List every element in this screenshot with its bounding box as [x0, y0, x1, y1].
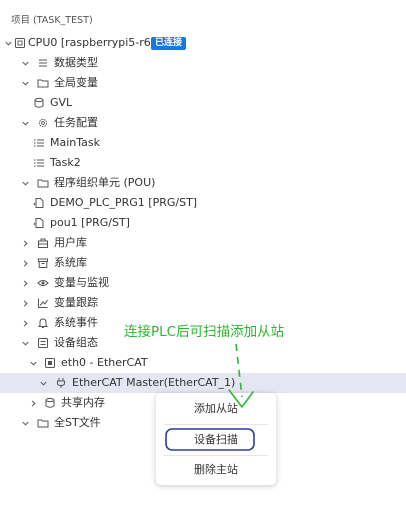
- tree-item-label: DEMO_PLC_PRG1 [PRG/ST]: [50, 196, 198, 209]
- project-tree: CPU0 [raspberrypi5-r6] 已连接 数据类型 全局变量 GVL…: [0, 33, 406, 433]
- tree-item-eth0[interactable]: eth0 - EtherCAT: [0, 353, 406, 373]
- chevron-down-icon[interactable]: [20, 73, 30, 93]
- chevron-right-icon[interactable]: [20, 233, 30, 253]
- tree-item-system-lib[interactable]: 系统库: [0, 253, 406, 273]
- tree-item-main-task[interactable]: MainTask: [0, 133, 406, 153]
- bell-icon: [36, 313, 49, 333]
- menu-item-device-scan[interactable]: 设备扫描: [156, 427, 276, 453]
- cpu-icon: [13, 33, 26, 53]
- archive-icon: [36, 253, 49, 273]
- chevron-right-icon[interactable]: [20, 293, 30, 313]
- gear-icon: [36, 113, 49, 133]
- tree-item-cpu0[interactable]: CPU0 [raspberrypi5-r6] 已连接: [0, 33, 406, 53]
- tree-item-demo-prg[interactable]: DEMO_PLC_PRG1 [PRG/ST]: [0, 193, 406, 213]
- chevron-down-icon[interactable]: [28, 353, 38, 373]
- tree-item-label: 程序组织单元 (POU): [54, 176, 156, 189]
- trend-chart-icon: [36, 293, 49, 313]
- tree-item-label: MainTask: [50, 136, 100, 149]
- tree-item-label: 变量跟踪: [54, 296, 98, 309]
- tree-item-label: 全ST文件: [54, 416, 101, 429]
- chevron-right-icon[interactable]: [20, 273, 30, 293]
- chevron-right-icon[interactable]: [20, 313, 30, 333]
- menu-separator: [164, 455, 268, 456]
- chevron-right-icon[interactable]: [28, 393, 38, 413]
- device-config-icon: [36, 333, 49, 353]
- tree-item-data-types[interactable]: 数据类型: [0, 53, 406, 73]
- menu-separator: [164, 424, 268, 425]
- tree-item-label: 任务配置: [54, 116, 98, 129]
- tree-item-var-monitor[interactable]: 变量与监视: [0, 273, 406, 293]
- tree-item-task-config[interactable]: 任务配置: [0, 113, 406, 133]
- tree-item-label: Task2: [50, 156, 81, 169]
- status-badge: 已连接: [151, 37, 187, 50]
- tree-item-label: pou1 [PRG/ST]: [50, 216, 130, 229]
- tree-item-label: EtherCAT Master(EtherCAT_1): [72, 376, 236, 389]
- tree-item-label: GVL: [50, 96, 73, 109]
- tree-item-label: 用户库: [54, 236, 87, 249]
- program-icon: [32, 193, 45, 213]
- menu-item-delete-master[interactable]: 删除主站: [156, 457, 276, 483]
- tree-item-label: 系统库: [54, 256, 87, 269]
- tree-item-label: 共享内存: [61, 396, 105, 409]
- tree-item-ethercat-master[interactable]: EtherCAT Master(EtherCAT_1): [0, 373, 406, 393]
- tree-item-label: eth0 - EtherCAT: [61, 356, 148, 369]
- list-icon: [36, 53, 49, 73]
- tree-item-label: 变量与监视: [54, 276, 109, 289]
- folder-icon: [36, 173, 49, 193]
- tree-item-user-lib[interactable]: 用户库: [0, 233, 406, 253]
- chevron-down-icon[interactable]: [20, 413, 30, 433]
- database-icon: [43, 393, 56, 413]
- context-menu: 添加从站 设备扫描 删除主站: [156, 393, 276, 485]
- program-icon: [32, 213, 45, 233]
- tree-item-label: 系统事件: [54, 316, 98, 329]
- menu-item-add-slave[interactable]: 添加从站: [156, 396, 276, 422]
- network-card-icon: [43, 353, 56, 373]
- annotation-text: 连接PLC后可扫描添加从站: [124, 324, 285, 340]
- tree-item-pou[interactable]: 程序组织单元 (POU): [0, 173, 406, 193]
- eye-icon: [36, 273, 49, 293]
- chevron-down-icon[interactable]: [20, 53, 30, 73]
- chevron-right-icon[interactable]: [20, 253, 30, 273]
- tree-item-label: CPU0 [raspberrypi5-r6]: [28, 36, 156, 49]
- tree-item-global-vars[interactable]: 全局变量: [0, 73, 406, 93]
- library-icon: [36, 233, 49, 253]
- plug-icon: [54, 373, 67, 393]
- tree-item-label: 全局变量: [54, 76, 98, 89]
- folder-icon: [36, 413, 49, 433]
- chevron-down-icon[interactable]: [20, 113, 30, 133]
- task-list-icon: [32, 153, 45, 173]
- tree-item-label: 设备组态: [54, 336, 98, 349]
- task-list-icon: [32, 133, 45, 153]
- chevron-down-icon[interactable]: [20, 333, 30, 353]
- chevron-down-icon[interactable]: [3, 33, 13, 53]
- chevron-down-icon[interactable]: [20, 173, 30, 193]
- database-icon: [32, 93, 45, 113]
- tree-item-gvl[interactable]: GVL: [0, 93, 406, 113]
- folder-icon: [36, 73, 49, 93]
- project-title: 项目 (TASK_TEST): [11, 15, 93, 26]
- tree-item-var-trace[interactable]: 变量跟踪: [0, 293, 406, 313]
- tree-item-pou1[interactable]: pou1 [PRG/ST]: [0, 213, 406, 233]
- tree-item-task2[interactable]: Task2: [0, 153, 406, 173]
- tree-item-label: 数据类型: [54, 56, 98, 69]
- chevron-down-icon[interactable]: [38, 373, 48, 393]
